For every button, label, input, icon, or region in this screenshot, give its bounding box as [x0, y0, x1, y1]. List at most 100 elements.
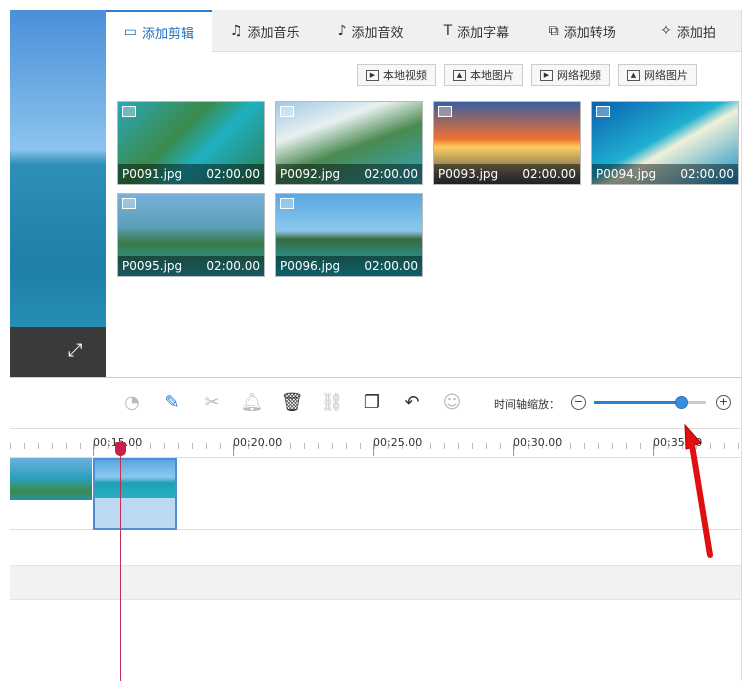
ruler-tick: [584, 443, 585, 449]
ruler-tick: [738, 443, 739, 449]
play-icon: ▶: [366, 69, 379, 81]
clip-thumbnail: [95, 460, 175, 498]
thumbnail-caption: P0092.jpg 02:00.00: [276, 164, 422, 184]
ruler-tick: [346, 443, 347, 449]
tab-label: 添加剪辑: [142, 26, 195, 42]
ruler-tick: [570, 443, 571, 449]
ruler-tick: [598, 443, 599, 449]
transition-icon: ⧉: [548, 23, 559, 39]
ruler-tick: [52, 443, 53, 449]
ruler-tick: [430, 443, 431, 449]
timeline-clip-selected[interactable]: [93, 458, 177, 530]
ruler-tick: [150, 443, 151, 449]
ruler-tick: [626, 443, 627, 449]
divider: [10, 377, 741, 378]
timeline-clip[interactable]: [10, 458, 92, 500]
file-name: P0094.jpg: [596, 167, 657, 181]
unlink-icon[interactable]: ⛓: [320, 388, 344, 416]
video-preview: [10, 10, 106, 377]
scissors-icon[interactable]: ✂: [200, 388, 224, 416]
source-buttons: ▶ 本地视频 ▲ 本地图片 ▶ 网络视频 ▲ 网络图片: [357, 64, 697, 86]
image-type-icon: [122, 106, 136, 117]
ruler-tick: [612, 443, 613, 449]
source-button-label: 本地图片: [470, 69, 514, 82]
source-button-3[interactable]: ▶ 网络视频: [531, 64, 610, 86]
file-name: P0096.jpg: [280, 259, 341, 273]
text-icon: T: [443, 23, 453, 39]
ruler-tick: [290, 443, 291, 449]
speed-icon[interactable]: ◔: [120, 388, 144, 416]
file-name: P0095.jpg: [122, 259, 183, 273]
media-thumbnail[interactable]: P0093.jpg 02:00.00: [433, 101, 581, 185]
source-button-2[interactable]: ▲ 本地图片: [444, 64, 523, 86]
ruler-tick: [304, 443, 305, 449]
thumbnail-caption: P0096.jpg 02:00.00: [276, 256, 422, 276]
tab-label: 添加拍: [676, 25, 716, 41]
ruler-label: 00:20.00: [233, 436, 283, 456]
tab-label: 添加字幕: [457, 25, 510, 41]
media-thumbnail[interactable]: P0092.jpg 02:00.00: [275, 101, 423, 185]
media-thumbnail[interactable]: P0091.jpg 02:00.00: [117, 101, 265, 185]
timeline-toolbar: ◔ ✎ ✂ 🔔︎ 🗑︎ ⛓ ❐ ↶ ☺: [120, 388, 464, 416]
duration: 02:00.00: [364, 167, 418, 181]
media-thumbnail[interactable]: P0096.jpg 02:00.00: [275, 193, 423, 277]
ruler-tick: [472, 443, 473, 449]
source-button-1[interactable]: ▶ 本地视频: [357, 64, 436, 86]
timeline-zoom-label: 时间轴缩放：: [494, 398, 560, 411]
ruler-label: 00:30.00: [513, 436, 563, 456]
tab-4[interactable]: T 添加字幕: [423, 10, 529, 52]
playhead-handle[interactable]: [115, 442, 126, 456]
ruler-tick: [220, 443, 221, 449]
ruler-tick: [640, 443, 641, 449]
fullscreen-expand-icon[interactable]: ⤢: [68, 340, 82, 361]
image-type-icon: [122, 198, 136, 209]
media-thumbnail[interactable]: P0095.jpg 02:00.00: [117, 193, 265, 277]
zoom-slider-handle[interactable]: [675, 396, 689, 409]
ruler-tick: [38, 443, 39, 449]
ruler-tick: [486, 443, 487, 449]
image-icon: ▲: [627, 69, 640, 81]
ruler-tick: [164, 443, 165, 449]
zoom-in-icon[interactable]: +: [716, 395, 731, 410]
thumbnail-caption: P0094.jpg 02:00.00: [592, 164, 738, 184]
sound-effect-icon: ♪: [337, 23, 347, 39]
ruler-tick: [500, 443, 501, 449]
source-button-label: 网络视频: [557, 69, 601, 82]
ruler-tick: [192, 443, 193, 449]
tab-label: 添加转场: [563, 25, 616, 41]
thumbnail-caption: P0095.jpg 02:00.00: [118, 256, 264, 276]
media-thumbnail[interactable]: P0094.jpg 02:00.00: [591, 101, 739, 185]
ruler-tick: [178, 443, 179, 449]
duration: 02:00.00: [522, 167, 576, 181]
image-type-icon: [596, 106, 610, 117]
zoom-out-icon[interactable]: −: [571, 395, 586, 410]
playhead-line: [120, 446, 121, 681]
play-icon: ▶: [540, 69, 553, 81]
image-type-icon: [280, 106, 294, 117]
thumbnail-caption: P0093.jpg 02:00.00: [434, 164, 580, 184]
trash-icon[interactable]: 🗑︎: [280, 388, 304, 416]
ruler-tick: [458, 443, 459, 449]
tab-6[interactable]: ✧ 添加拍: [635, 10, 741, 52]
file-name: P0092.jpg: [280, 167, 341, 181]
image-type-icon: [280, 198, 294, 209]
source-button-4[interactable]: ▲ 网络图片: [618, 64, 697, 86]
emoji-icon[interactable]: ☺: [440, 388, 464, 416]
undo-icon[interactable]: ↶: [400, 388, 424, 416]
pencil-icon[interactable]: ✎: [160, 388, 184, 416]
tab-5[interactable]: ⧉ 添加转场: [529, 10, 635, 52]
image-icon: ▲: [453, 69, 466, 81]
file-name: P0093.jpg: [438, 167, 499, 181]
tab-2[interactable]: ♫ 添加音乐: [212, 10, 318, 52]
copy-icon[interactable]: ❐: [360, 388, 384, 416]
ruler-tick: [332, 443, 333, 449]
duration: 02:00.00: [206, 167, 260, 181]
ruler-tick: [80, 443, 81, 449]
ruler-tick: [10, 443, 11, 449]
tab-3[interactable]: ♪ 添加音效: [318, 10, 424, 52]
duration: 02:00.00: [364, 259, 418, 273]
bell-icon[interactable]: 🔔︎: [240, 388, 264, 416]
ruler-tick: [360, 443, 361, 449]
file-name: P0091.jpg: [122, 167, 183, 181]
tab-1[interactable]: ▭ 添加剪辑: [106, 10, 212, 52]
